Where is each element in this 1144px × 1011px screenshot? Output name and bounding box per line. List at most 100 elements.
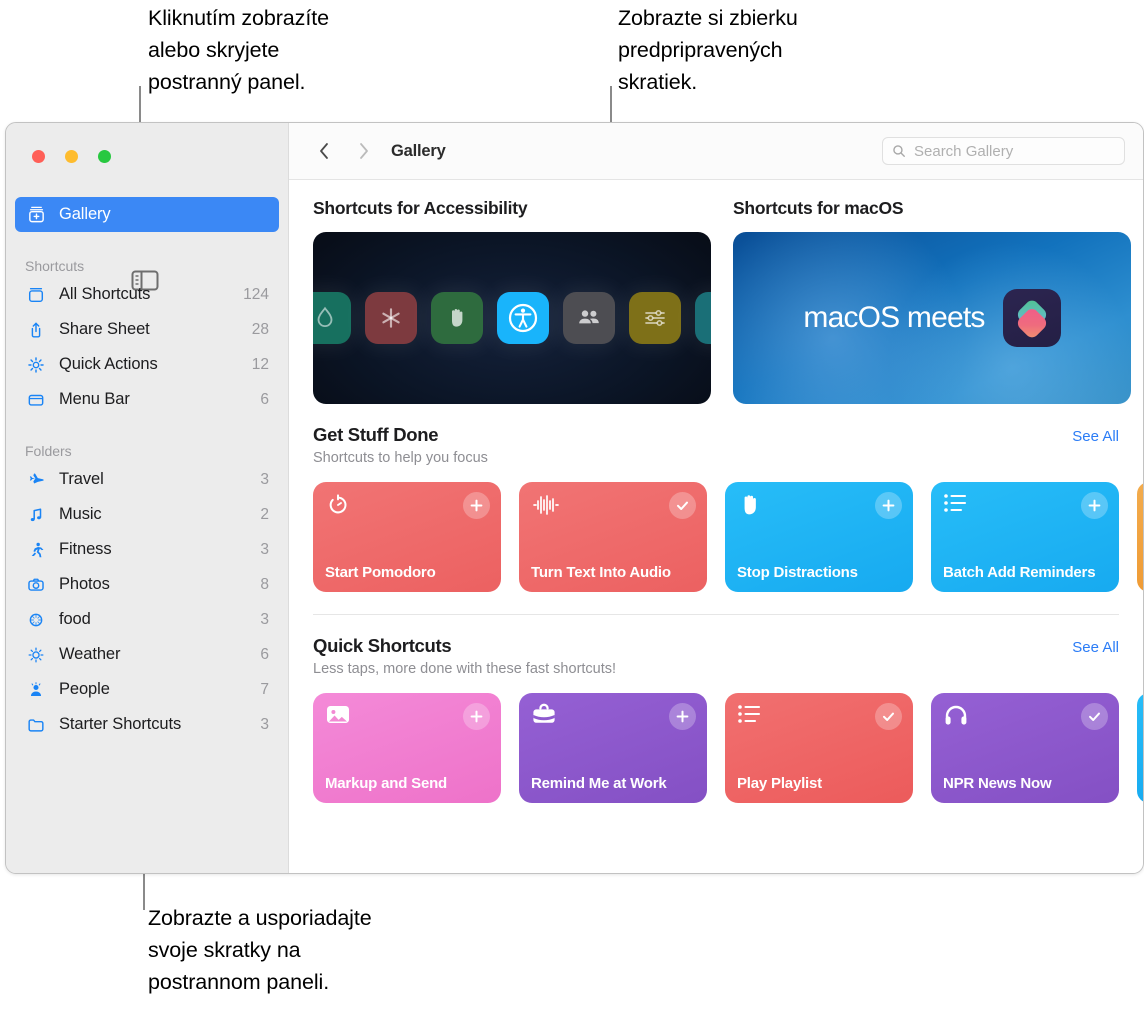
close-button[interactable] (32, 150, 45, 163)
sidebar-item-gallery[interactable]: Gallery (15, 197, 279, 232)
airplane-icon (25, 471, 47, 489)
search-field[interactable] (882, 137, 1125, 165)
sidebar-item-quick-actions[interactable]: Quick Actions 12 (15, 347, 279, 382)
banner-row: Shortcuts for Accessibility Shortcuts fo… (289, 180, 1143, 404)
sidebar-item-count: 12 (251, 355, 269, 373)
all-shortcuts-icon (25, 286, 47, 304)
shortcut-card[interactable]: Batch Add Reminders (931, 482, 1119, 592)
sidebar-item-travel[interactable]: Travel 3 (15, 462, 279, 497)
breadcrumb: Gallery (391, 141, 446, 160)
briefcase-icon (531, 703, 557, 731)
sidebar-item-people[interactable]: People 7 (15, 672, 279, 707)
shortcut-card[interactable]: Turn Text Into Audio (519, 482, 707, 592)
sidebar-item-label: Travel (59, 470, 104, 488)
content-area: Gallery Shortcuts for Accessibility (288, 123, 1143, 873)
see-all-link[interactable]: See All (1072, 428, 1119, 445)
shortcut-card-partial[interactable] (1137, 693, 1143, 803)
sidebar-item-all-shortcuts[interactable]: All Shortcuts 124 (15, 277, 279, 312)
sidebar-item-label: Gallery (59, 205, 111, 223)
folder-icon (25, 716, 47, 734)
gear-icon (25, 356, 47, 374)
sidebar-item-label: Music (59, 505, 102, 523)
minimize-button[interactable] (65, 150, 78, 163)
card-title: Markup and Send (325, 775, 448, 792)
shortcuts-window: Gallery Shortcuts All Shortcuts 124 Shar… (5, 122, 1144, 874)
photo-icon (325, 706, 351, 731)
shortcut-card[interactable]: NPR News Now (931, 693, 1119, 803)
sidebar-item-label: food (59, 610, 91, 628)
sidebar-item-label: People (59, 680, 110, 698)
shortcut-card[interactable]: Start Pomodoro (313, 482, 501, 592)
add-badge[interactable] (875, 492, 902, 519)
sidebar-item-weather[interactable]: Weather 6 (15, 637, 279, 672)
card-title: Batch Add Reminders (943, 564, 1096, 581)
sidebar-item-share-sheet[interactable]: Share Sheet 28 (15, 312, 279, 347)
sidebar-item-count: 8 (260, 575, 269, 593)
added-badge[interactable] (875, 703, 902, 730)
back-button[interactable] (311, 138, 337, 164)
sidebar-item-count: 2 (260, 505, 269, 523)
chevron-left-icon (320, 143, 328, 159)
people-icon (563, 292, 615, 344)
shortcuts-app-icon (1002, 289, 1061, 347)
banner-macos-text: macOS meets (803, 301, 985, 334)
camera-icon (25, 576, 47, 594)
sidebar-item-count: 3 (260, 715, 269, 733)
search-icon (893, 145, 905, 157)
card-title: Turn Text Into Audio (531, 564, 671, 581)
gallery-icon (25, 205, 47, 224)
list-bullet-icon (943, 494, 969, 518)
card-title: Play Playlist (737, 775, 822, 792)
zoom-button[interactable] (98, 150, 111, 163)
sidebar-section-header-folders: Folders (25, 443, 72, 459)
forward-button[interactable] (351, 138, 377, 164)
sidebar-item-count: 6 (260, 645, 269, 663)
shortcut-card[interactable]: Remind Me at Work (519, 693, 707, 803)
sidebar-item-photos[interactable]: Photos 8 (15, 567, 279, 602)
banner-title: Shortcuts for macOS (733, 198, 904, 218)
sidebar-item-label: Weather (59, 645, 121, 663)
banner-title: Shortcuts for Accessibility (313, 198, 528, 218)
added-badge[interactable] (1081, 703, 1108, 730)
section-subtitle: Less taps, more done with these fast sho… (313, 661, 617, 677)
gallery-scroll-area[interactable]: Shortcuts for Accessibility Shortcuts fo… (289, 180, 1143, 873)
shortcut-card[interactable]: Markup and Send (313, 693, 501, 803)
banner-macos[interactable]: macOS meets (733, 232, 1131, 404)
sidebar-item-label: Menu Bar (59, 390, 130, 408)
accessibility-icon-strip (313, 292, 711, 344)
added-badge[interactable] (669, 492, 696, 519)
sidebar-item-count: 3 (260, 540, 269, 558)
sidebar-toggle-callout: Kliknutím zobrazíte alebo skryjete postr… (148, 6, 329, 94)
sidebar-item-fitness[interactable]: Fitness 3 (15, 532, 279, 567)
add-badge[interactable] (1081, 492, 1108, 519)
shortcut-card[interactable]: Stop Distractions (725, 482, 913, 592)
sidebar-item-music[interactable]: Music 2 (15, 497, 279, 532)
section-header: Get Stuff Done See All (313, 404, 1119, 446)
sidebar-item-count: 6 (260, 390, 269, 408)
section-header: Quick Shortcuts See All (313, 615, 1119, 657)
sidebar-item-starter-shortcuts[interactable]: Starter Shortcuts 3 (15, 707, 279, 742)
drop-icon (313, 292, 351, 344)
add-badge[interactable] (463, 703, 490, 730)
running-person-icon (25, 541, 47, 559)
sidebar-item-menu-bar[interactable]: Menu Bar 6 (15, 382, 279, 417)
card-row: Start Pomodoro Turn Text Into Audio Stop… (313, 466, 1143, 592)
sidebar-section-header-shortcuts: Shortcuts (25, 258, 85, 274)
shortcut-card[interactable]: Play Playlist (725, 693, 913, 803)
sidebar-item-label: Share Sheet (59, 320, 150, 338)
add-badge[interactable] (669, 703, 696, 730)
hand-raised-icon (431, 292, 483, 344)
card-title: Stop Distractions (737, 564, 858, 581)
add-badge[interactable] (463, 492, 490, 519)
chevron-right-icon (360, 143, 368, 159)
see-all-link[interactable]: See All (1072, 639, 1119, 656)
sliders-icon (629, 292, 681, 344)
sidebar-item-food[interactable]: food 3 (15, 602, 279, 637)
search-input[interactable] (914, 142, 1104, 160)
section-title: Get Stuff Done (313, 424, 439, 445)
window-controls (32, 150, 111, 163)
callout-leader-line-organize (143, 874, 145, 910)
shortcut-card-partial[interactable] (1137, 482, 1143, 592)
banner-accessibility[interactable] (313, 232, 711, 404)
section-subtitle: Shortcuts to help you focus (313, 450, 488, 466)
